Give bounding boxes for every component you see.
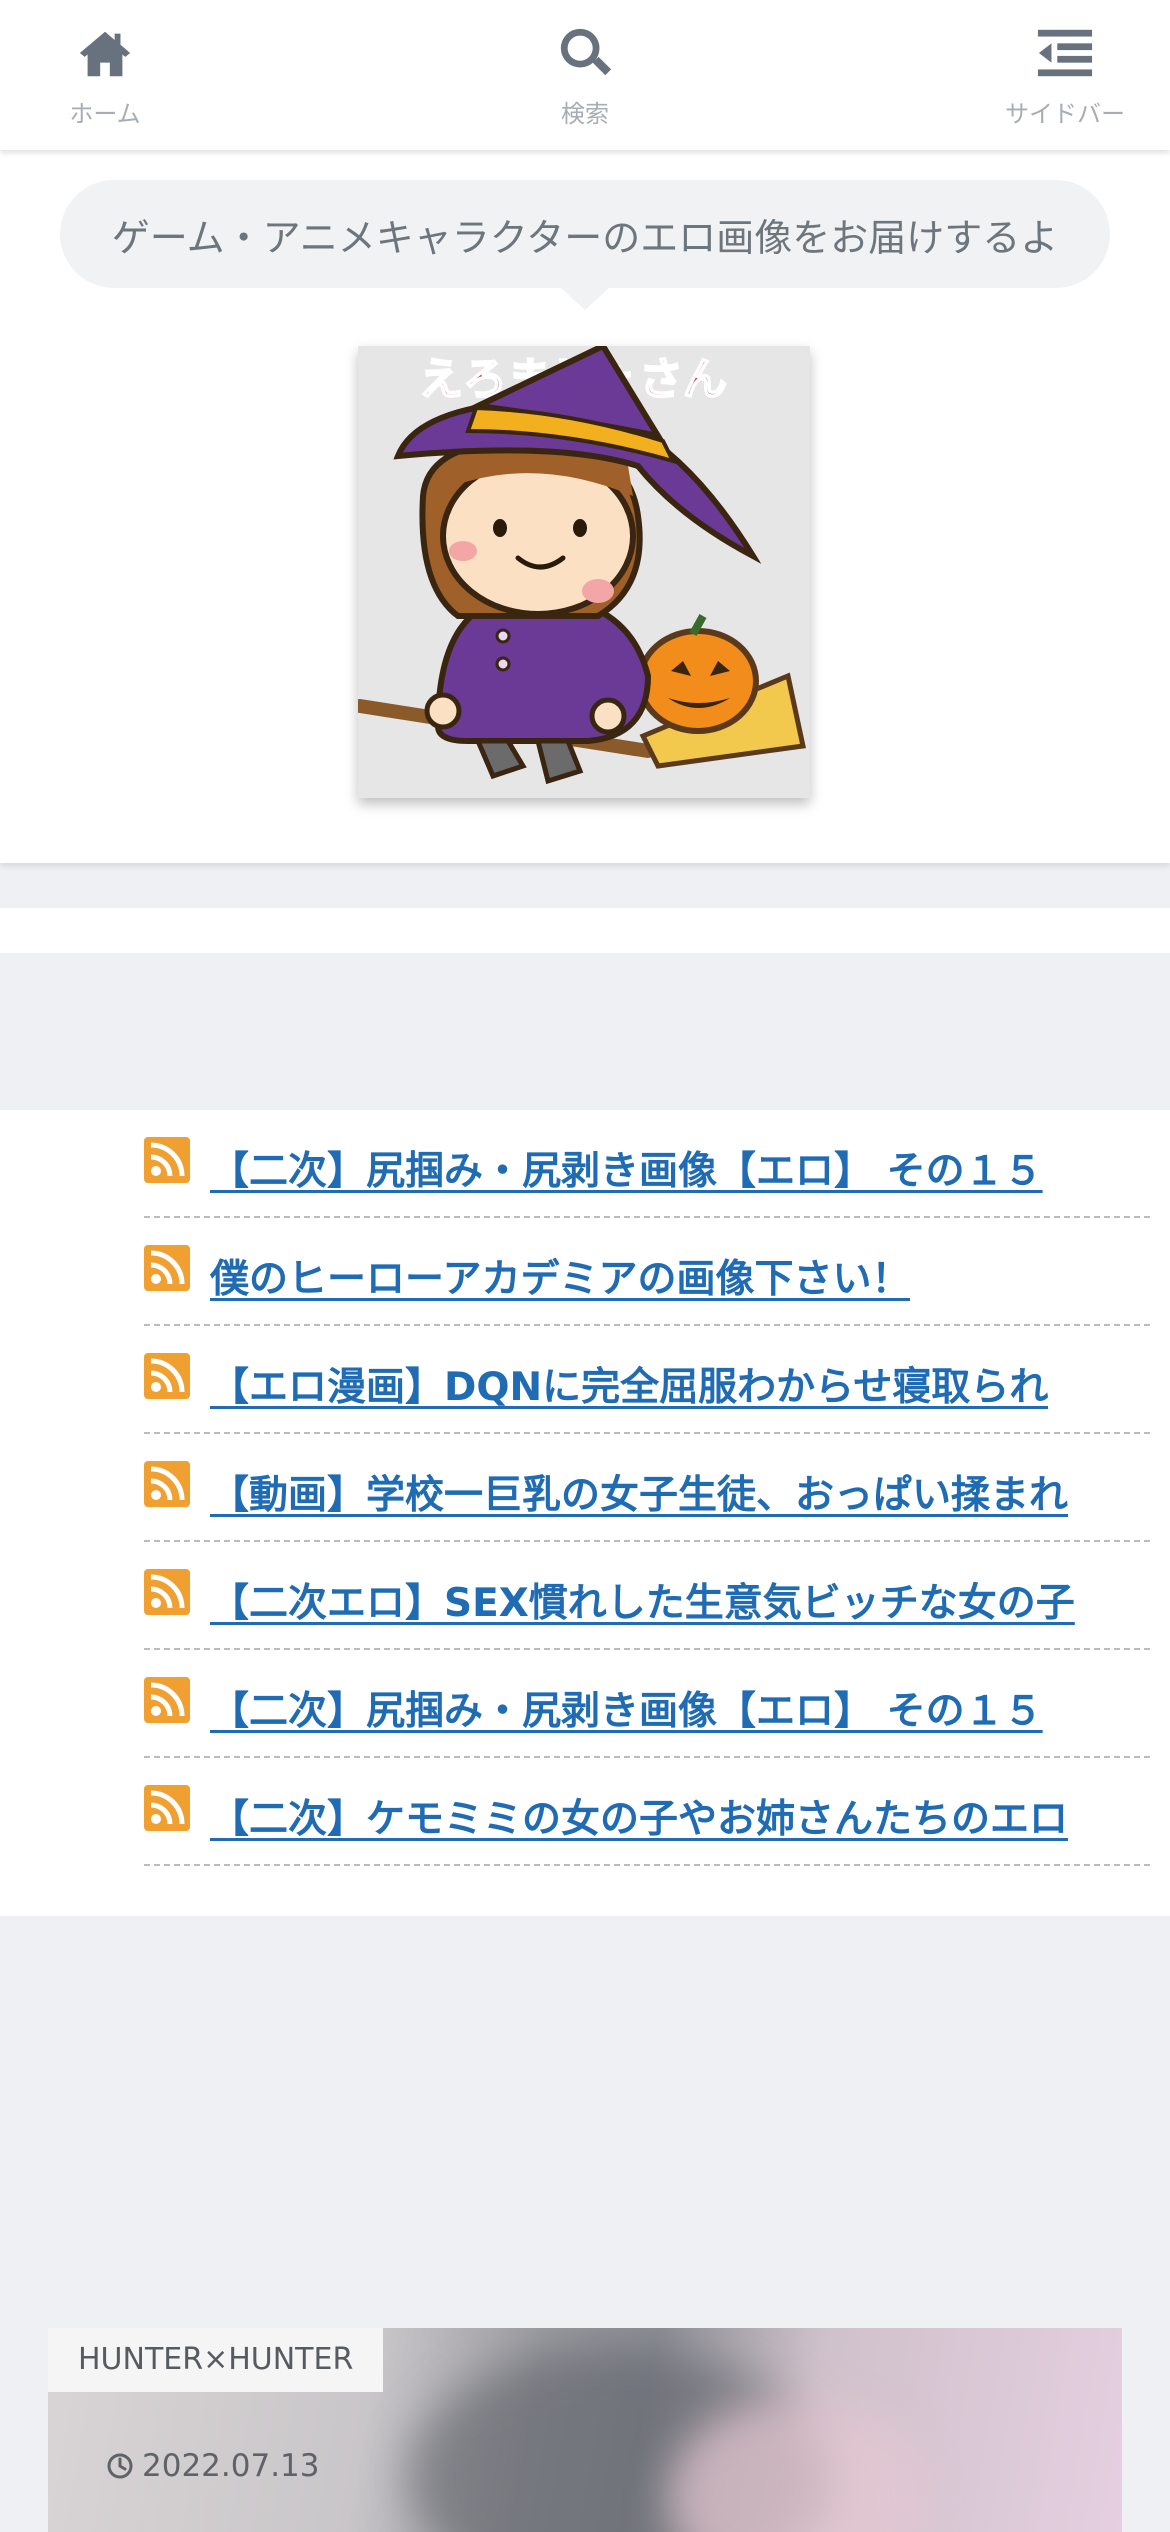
sidebar-icon <box>1037 29 1093 77</box>
nav-search-label: 検索 <box>561 100 609 128</box>
nav-search[interactable]: 検索 <box>480 0 690 150</box>
rss-list-item: 【エロ漫画】DQNに完全屈服わからせ寝取られ <box>144 1326 1150 1434</box>
nav-sidebar[interactable]: サイドバー <box>960 0 1170 150</box>
rss-link[interactable]: 【エロ漫画】DQNに完全屈服わからせ寝取られ <box>210 1356 1048 1412</box>
nav-home-label: ホーム <box>69 100 141 128</box>
nav-sidebar-label: サイドバー <box>1005 100 1125 128</box>
rss-link[interactable]: 【二次】尻掴み・尻剥き画像【エロ】 その１５ <box>210 1140 1043 1196</box>
nav-home[interactable]: ホーム <box>0 0 210 150</box>
rss-icon <box>144 1137 190 1183</box>
article-card[interactable]: HUNTER×HUNTER 2022.07.13 <box>48 2328 1122 2532</box>
clock-icon <box>107 2453 133 2479</box>
rss-icon <box>144 1677 190 1723</box>
rss-list-item: 【二次エロ】SEX慣れした生意気ビッチな女の子 <box>144 1542 1150 1650</box>
top-navigation: ホーム 検索 サイドバー <box>0 0 1170 150</box>
rss-list-item: 【二次】ケモミミの女の子やお姉さんたちのエロ <box>144 1758 1150 1866</box>
category-label[interactable]: HUNTER×HUNTER <box>48 2328 384 2392</box>
search-icon <box>560 28 612 76</box>
rss-icon <box>144 1353 190 1399</box>
rss-feed-widget: 【二次】尻掴み・尻剥き画像【エロ】 その１５ 僕のヒーローアカデミアの画像下さい… <box>0 1110 1170 1916</box>
site-header: ゲーム・アニメキャラクターのエロ画像をお届けするよ えろまじょさん <box>0 150 1170 863</box>
post-date-text: 2022.07.13 <box>142 2448 320 2484</box>
white-strip <box>0 908 1170 953</box>
rss-icon <box>144 1461 190 1507</box>
rss-icon <box>144 1245 190 1291</box>
site-tagline: ゲーム・アニメキャラクターのエロ画像をお届けするよ <box>60 180 1110 288</box>
rss-list-item: 【二次】尻掴み・尻剥き画像【エロ】 その１５ <box>144 1650 1150 1758</box>
rss-icon <box>144 1785 190 1831</box>
rss-link[interactable]: 【二次エロ】SEX慣れした生意気ビッチな女の子 <box>210 1572 1075 1628</box>
rss-link[interactable]: 僕のヒーローアカデミアの画像下さい！ <box>210 1248 910 1304</box>
tagline-tail <box>561 288 609 310</box>
rss-link[interactable]: 【二次】尻掴み・尻剥き画像【エロ】 その１５ <box>210 1680 1043 1736</box>
home-icon <box>79 31 131 77</box>
rss-icon <box>144 1569 190 1615</box>
rss-list-item: 【動画】学校一巨乳の女子生徒、おっぱい揉まれ <box>144 1434 1150 1542</box>
rss-list: 【二次】尻掴み・尻剥き画像【エロ】 その１５ 僕のヒーローアカデミアの画像下さい… <box>144 1110 1150 1866</box>
rss-list-item: 僕のヒーローアカデミアの画像下さい！ <box>144 1218 1150 1326</box>
rss-link[interactable]: 【動画】学校一巨乳の女子生徒、おっぱい揉まれ <box>210 1464 1068 1520</box>
rss-list-item: 【二次】尻掴み・尻剥き画像【エロ】 その１５ <box>144 1110 1150 1218</box>
post-date: 2022.07.13 <box>106 2448 320 2484</box>
site-logo[interactable]: えろまじょさん <box>358 346 810 798</box>
witch-logo-image: えろまじょさん <box>358 346 810 798</box>
rss-link[interactable]: 【二次】ケモミミの女の子やお姉さんたちのエロ <box>210 1788 1068 1844</box>
